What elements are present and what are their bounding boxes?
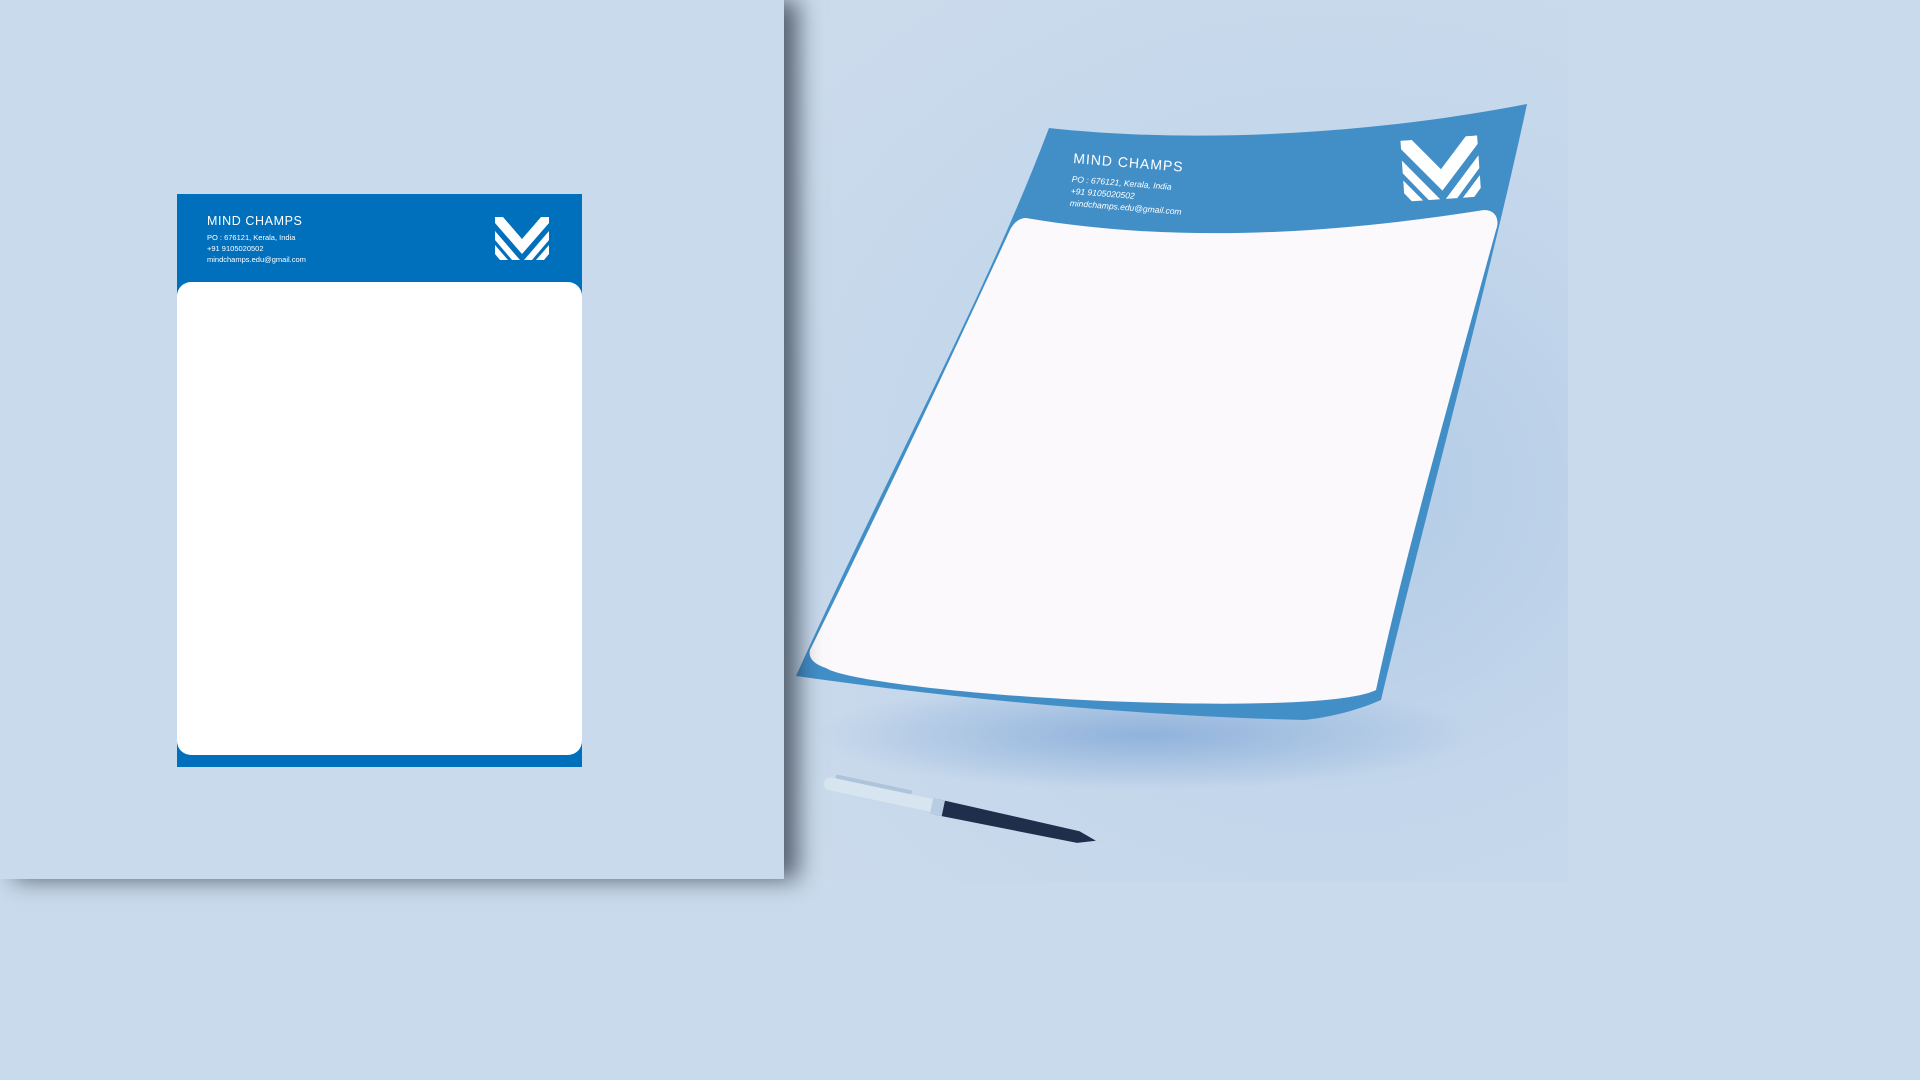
- flat-letterhead-panel: MIND CHAMPS PO : 676121, Kerala, India +…: [0, 0, 784, 879]
- mockup-panel: MIND CHAMPS PO : 676121, Kerala, India +…: [784, 0, 1568, 882]
- chevron-m-logo-icon: [495, 217, 549, 260]
- ballpoint-pen-icon: [823, 774, 1114, 845]
- company-address: PO : 676121, Kerala, India: [207, 233, 296, 242]
- company-email: mindchamps.edu@gmail.com: [207, 255, 306, 264]
- company-phone: +91 9105020502: [207, 244, 264, 253]
- flat-letterhead: MIND CHAMPS PO : 676121, Kerala, India +…: [177, 194, 582, 767]
- letterhead-body: [177, 282, 582, 755]
- company-name: MIND CHAMPS: [207, 214, 303, 228]
